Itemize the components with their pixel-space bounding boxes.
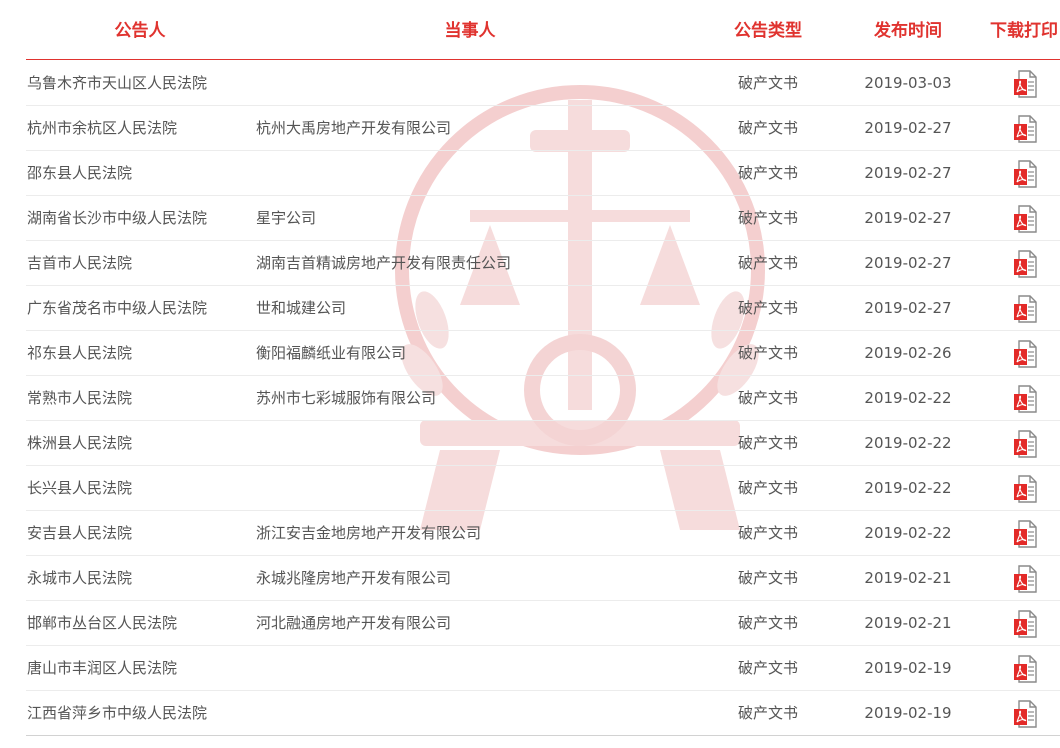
pdf-file-icon[interactable] <box>1011 654 1041 684</box>
date-cell: 2019-02-27 <box>864 254 952 272</box>
type-cell: 破产文书 <box>737 299 798 317</box>
pdf-file-icon[interactable] <box>1011 204 1041 234</box>
announcer-cell: 广东省茂名市中级人民法院 <box>27 299 208 317</box>
date-cell: 2019-02-27 <box>864 299 952 317</box>
date-cell: 2019-03-03 <box>864 74 952 92</box>
date-cell: 2019-02-22 <box>864 524 952 542</box>
announcer-cell: 祁东县人民法院 <box>27 344 133 362</box>
pdf-file-icon[interactable] <box>1011 384 1041 414</box>
announcer-cell: 乌鲁木齐市天山区人民法院 <box>27 74 208 92</box>
party-cell: 湖南吉首精诚房地产开发有限责任公司 <box>256 254 512 272</box>
announcer-cell: 安吉县人民法院 <box>27 524 133 542</box>
announcer-cell: 株洲县人民法院 <box>27 434 133 452</box>
party-cell <box>256 702 696 724</box>
header-divider <box>26 59 1060 60</box>
header-announcer: 公告人 <box>114 21 166 41</box>
date-cell: 2019-02-22 <box>864 434 952 452</box>
type-cell: 破产文书 <box>737 479 798 497</box>
type-cell: 破产文书 <box>737 659 798 677</box>
date-cell: 2019-02-26 <box>864 344 952 362</box>
party-cell <box>256 477 696 499</box>
date-cell: 2019-02-27 <box>864 164 952 182</box>
party-cell: 世和城建公司 <box>256 299 347 317</box>
pdf-file-icon[interactable] <box>1011 69 1041 99</box>
party-cell: 永城兆隆房地产开发有限公司 <box>256 569 452 587</box>
date-cell: 2019-02-19 <box>864 704 952 722</box>
pdf-file-icon[interactable] <box>1011 294 1041 324</box>
header-download: 下载打印 <box>990 21 1058 41</box>
party-cell: 衡阳福麟纸业有限公司 <box>256 344 407 362</box>
table-row: 吉首市人民法院 湖南吉首精诚房地产开发有限责任公司 破产文书 2019-02-2… <box>0 241 1060 286</box>
party-cell: 浙江安吉金地房地产开发有限公司 <box>256 524 482 542</box>
announcer-cell: 吉首市人民法院 <box>27 254 133 272</box>
table-row: 湖南省长沙市中级人民法院 星宇公司 破产文书 2019-02-27 <box>0 196 1060 241</box>
announcer-cell: 杭州市余杭区人民法院 <box>27 119 178 137</box>
date-cell: 2019-02-22 <box>864 479 952 497</box>
type-cell: 破产文书 <box>737 524 798 542</box>
table-row: 邯郸市丛台区人民法院 河北融通房地产开发有限公司 破产文书 2019-02-21 <box>0 601 1060 646</box>
table-row: 株洲县人民法院 破产文书 2019-02-22 <box>0 421 1060 466</box>
type-cell: 破产文书 <box>737 614 798 632</box>
type-cell: 破产文书 <box>737 569 798 587</box>
type-cell: 破产文书 <box>737 389 798 407</box>
pdf-file-icon[interactable] <box>1011 474 1041 504</box>
header-date: 发布时间 <box>874 21 942 41</box>
pdf-file-icon[interactable] <box>1011 114 1041 144</box>
table-row: 祁东县人民法院 衡阳福麟纸业有限公司 破产文书 2019-02-26 <box>0 331 1060 376</box>
date-cell: 2019-02-27 <box>864 209 952 227</box>
pdf-file-icon[interactable] <box>1011 249 1041 279</box>
party-cell: 星宇公司 <box>256 209 317 227</box>
type-cell: 破产文书 <box>737 209 798 227</box>
party-cell <box>256 162 696 184</box>
announcer-cell: 湖南省长沙市中级人民法院 <box>27 209 208 227</box>
pdf-file-icon[interactable] <box>1011 429 1041 459</box>
table-row: 安吉县人民法院 浙江安吉金地房地产开发有限公司 破产文书 2019-02-22 <box>0 511 1060 556</box>
table-header: 公告人 当事人 公告类型 发布时间 下载打印 <box>0 0 1060 60</box>
table-row: 常熟市人民法院 苏州市七彩城服饰有限公司 破产文书 2019-02-22 <box>0 376 1060 421</box>
date-cell: 2019-02-21 <box>864 569 952 587</box>
pdf-file-icon[interactable] <box>1011 159 1041 189</box>
date-cell: 2019-02-19 <box>864 659 952 677</box>
party-cell: 杭州大禹房地产开发有限公司 <box>256 119 452 137</box>
announcer-cell: 江西省萍乡市中级人民法院 <box>27 704 208 722</box>
table-row: 江西省萍乡市中级人民法院 破产文书 2019-02-19 <box>0 691 1060 736</box>
pdf-file-icon[interactable] <box>1011 609 1041 639</box>
table-row: 乌鲁木齐市天山区人民法院 破产文书 2019-03-03 <box>0 61 1060 106</box>
date-cell: 2019-02-21 <box>864 614 952 632</box>
party-cell: 苏州市七彩城服饰有限公司 <box>256 389 437 407</box>
table-row: 邵东县人民法院 破产文书 2019-02-27 <box>0 151 1060 196</box>
table-row: 唐山市丰润区人民法院 破产文书 2019-02-19 <box>0 646 1060 691</box>
type-cell: 破产文书 <box>737 254 798 272</box>
party-cell <box>256 72 696 94</box>
party-cell: 河北融通房地产开发有限公司 <box>256 614 452 632</box>
date-cell: 2019-02-22 <box>864 389 952 407</box>
pdf-file-icon[interactable] <box>1011 699 1041 729</box>
announcer-cell: 永城市人民法院 <box>27 569 133 587</box>
announcement-table-body: 乌鲁木齐市天山区人民法院 破产文书 2019-03-03 杭州市余杭区人民法院 … <box>0 61 1060 736</box>
announcer-cell: 常熟市人民法院 <box>27 389 133 407</box>
header-party: 当事人 <box>444 21 496 41</box>
announcer-cell: 邵东县人民法院 <box>27 164 133 182</box>
header-type: 公告类型 <box>734 21 802 41</box>
announcer-cell: 邯郸市丛台区人民法院 <box>27 614 178 632</box>
type-cell: 破产文书 <box>737 344 798 362</box>
table-row: 长兴县人民法院 破产文书 2019-02-22 <box>0 466 1060 511</box>
announcer-cell: 长兴县人民法院 <box>27 479 133 497</box>
table-row: 杭州市余杭区人民法院 杭州大禹房地产开发有限公司 破产文书 2019-02-27 <box>0 106 1060 151</box>
pdf-file-icon[interactable] <box>1011 339 1041 369</box>
type-cell: 破产文书 <box>737 119 798 137</box>
date-cell: 2019-02-27 <box>864 119 952 137</box>
party-cell <box>256 432 696 454</box>
table-row: 永城市人民法院 永城兆隆房地产开发有限公司 破产文书 2019-02-21 <box>0 556 1060 601</box>
announcer-cell: 唐山市丰润区人民法院 <box>27 659 178 677</box>
table-row: 广东省茂名市中级人民法院 世和城建公司 破产文书 2019-02-27 <box>0 286 1060 331</box>
party-cell <box>256 657 696 679</box>
type-cell: 破产文书 <box>737 164 798 182</box>
type-cell: 破产文书 <box>737 704 798 722</box>
type-cell: 破产文书 <box>737 434 798 452</box>
type-cell: 破产文书 <box>737 74 798 92</box>
pdf-file-icon[interactable] <box>1011 519 1041 549</box>
pdf-file-icon[interactable] <box>1011 564 1041 594</box>
